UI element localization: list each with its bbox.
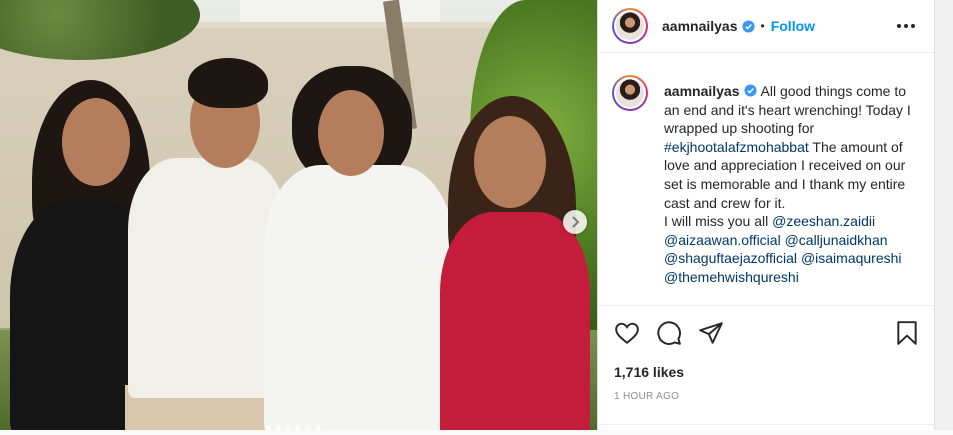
- caption-username[interactable]: aamnailyas: [664, 83, 740, 99]
- bookmark-icon[interactable]: [894, 320, 920, 346]
- carousel-dot: [295, 425, 301, 430]
- carousel-dots: [265, 425, 321, 430]
- header-username[interactable]: aamnailyas: [662, 18, 738, 34]
- mention-link[interactable]: @aizaawan.official: [664, 232, 781, 248]
- carousel-next-button[interactable]: [563, 210, 587, 234]
- chevron-right-icon: [572, 216, 580, 228]
- miss-line: I will miss you all: [664, 213, 769, 230]
- follow-button[interactable]: Follow: [771, 18, 815, 34]
- mention-link[interactable]: @shaguftaejazofficial: [664, 250, 797, 266]
- carousel-dot: [315, 425, 321, 430]
- person-3: [264, 165, 454, 430]
- carousel-dot: [265, 425, 271, 430]
- carousel-dot: [275, 425, 281, 430]
- more-options-icon[interactable]: [894, 16, 918, 36]
- person-4-face: [474, 116, 546, 208]
- person-2-hair: [188, 58, 268, 108]
- mention-link[interactable]: @isaimaqureshi: [801, 250, 902, 266]
- verified-badge-icon: [743, 84, 757, 97]
- carousel-dot: [285, 425, 291, 430]
- post-timestamp[interactable]: 1 HOUR AGO: [614, 391, 679, 402]
- page-scrollbar[interactable]: [934, 0, 953, 430]
- heart-icon[interactable]: [614, 320, 640, 346]
- post-side-panel: aamnailyas • Follow aamnailyas All good …: [597, 0, 935, 430]
- person-1-face: [62, 98, 130, 186]
- post-actions: 1,716 likes 1 HOUR AGO: [598, 305, 935, 431]
- separator-bullet: •: [760, 19, 765, 33]
- comment-icon[interactable]: [656, 320, 682, 346]
- post-caption: aamnailyas All good things come to an en…: [664, 82, 922, 287]
- likes-count[interactable]: 1,716 likes: [614, 364, 684, 380]
- hashtag-link[interactable]: #ekjhootalafzmohabbat: [664, 139, 809, 155]
- post-header: aamnailyas • Follow: [598, 0, 935, 53]
- share-icon[interactable]: [698, 320, 724, 346]
- verified-badge-icon: [741, 19, 755, 33]
- person-4: [440, 212, 590, 430]
- person-3-face: [318, 90, 384, 176]
- caption-area: aamnailyas All good things come to an en…: [598, 53, 935, 305]
- mention-link[interactable]: @themehwishqureshi: [664, 269, 799, 285]
- post-photo[interactable]: [0, 0, 597, 430]
- caption-avatar[interactable]: [612, 75, 648, 111]
- avatar[interactable]: [612, 8, 648, 44]
- mention-link[interactable]: @calljunaidkhan: [785, 232, 888, 248]
- mention-link[interactable]: @zeeshan.zaidii: [772, 213, 875, 229]
- carousel-dot: [305, 425, 311, 430]
